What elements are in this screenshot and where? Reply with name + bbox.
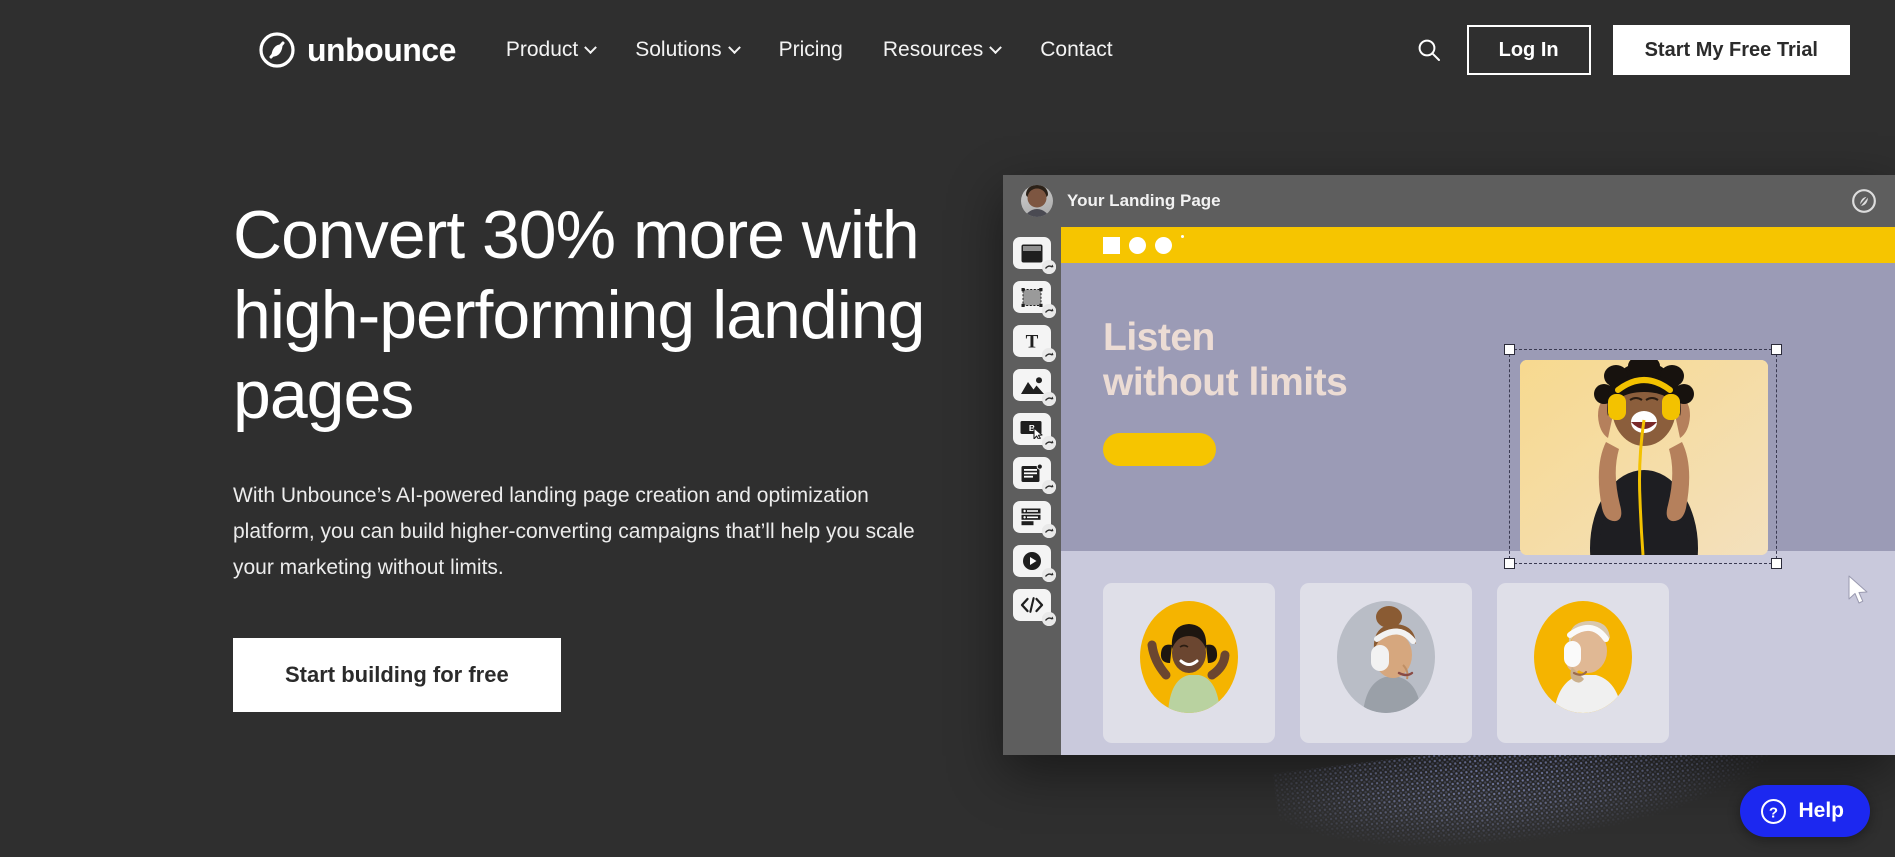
resize-handle-bottom-right[interactable] xyxy=(1771,558,1782,569)
form-icon xyxy=(1021,463,1043,482)
app-workspace: T B Listen without limits xyxy=(1003,227,1895,755)
nav-item-product[interactable]: Product xyxy=(505,38,598,62)
canvas-top-bar xyxy=(1061,227,1895,263)
avatar-body xyxy=(1024,209,1050,217)
text-tool-button[interactable]: T xyxy=(1013,325,1056,362)
card-avatar xyxy=(1534,601,1632,713)
logo-dot-placeholder xyxy=(1181,235,1184,238)
fields-tool-button[interactable] xyxy=(1013,501,1056,538)
canvas-hero-heading-line1: Listen xyxy=(1103,316,1215,359)
resize-handle-top-right[interactable] xyxy=(1771,344,1782,355)
woman-with-headphones-photo xyxy=(1520,360,1768,555)
box-select-icon xyxy=(1021,287,1043,307)
canvas-hero-section: Listen without limits xyxy=(1061,263,1895,569)
canvas-hero-image[interactable] xyxy=(1520,360,1768,555)
canvas-hero-cta-button[interactable] xyxy=(1103,433,1216,467)
hero-headline: Convert 30% more with high-performing la… xyxy=(233,197,925,434)
unbounce-logo-icon xyxy=(259,32,295,68)
nav-item-solutions[interactable]: Solutions xyxy=(635,38,741,62)
reorder-badge-icon xyxy=(1042,260,1056,274)
nav-item-pricing[interactable]: Pricing xyxy=(779,38,843,62)
man-profile-photo xyxy=(1534,601,1632,713)
hero-paragraph: With Unbounce’s AI-powered landing page … xyxy=(233,483,915,579)
reorder-badge-icon xyxy=(1042,436,1056,450)
brand-name: unbounce xyxy=(307,32,456,68)
resize-handle-top-left[interactable] xyxy=(1504,344,1515,355)
app-page-title: Your Landing Page xyxy=(1067,191,1221,210)
chevron-down-icon xyxy=(584,40,598,54)
avatar-face xyxy=(1027,188,1047,208)
search-button[interactable] xyxy=(1413,34,1445,66)
canvas-card[interactable] xyxy=(1497,583,1669,743)
help-widget-button[interactable]: ? Help xyxy=(1740,785,1870,837)
hero-section: Convert 30% more with high-performing la… xyxy=(233,195,953,713)
nav-item-contact[interactable]: Contact xyxy=(1040,38,1112,62)
question-circle-icon: ? xyxy=(1761,798,1787,824)
chevron-down-icon xyxy=(727,40,741,54)
svg-text:?: ? xyxy=(1769,804,1778,821)
logo-circle-placeholder-2 xyxy=(1155,236,1172,254)
nav-item-solutions-label: Solutions xyxy=(635,38,722,61)
canvas-card-row xyxy=(1061,551,1895,743)
nav-item-contact-label: Contact xyxy=(1040,38,1113,61)
canvas-card[interactable] xyxy=(1300,583,1472,743)
button-tool-button[interactable]: B xyxy=(1013,413,1056,450)
dancing-woman-photo xyxy=(1140,601,1238,713)
card-avatar xyxy=(1337,601,1435,713)
code-tool-button[interactable] xyxy=(1013,589,1056,626)
image-selection-box[interactable] xyxy=(1504,344,1782,569)
nav-links: Product Solutions Pricing Resources Cont… xyxy=(506,38,1113,62)
unbounce-logo-icon xyxy=(1852,189,1876,213)
reorder-badge-icon xyxy=(1042,304,1056,318)
box-tool-button[interactable] xyxy=(1013,281,1056,318)
woman-profile-photo xyxy=(1337,601,1435,713)
reorder-badge-icon xyxy=(1042,524,1056,538)
user-avatar xyxy=(1021,185,1053,217)
image-icon xyxy=(1020,377,1044,394)
image-tool-button[interactable] xyxy=(1013,369,1056,406)
reorder-badge-icon xyxy=(1042,392,1056,406)
video-play-icon xyxy=(1023,552,1041,570)
chevron-down-icon xyxy=(989,40,1003,54)
nav-item-resources[interactable]: Resources xyxy=(882,38,1003,62)
video-tool-button[interactable] xyxy=(1013,545,1056,582)
editor-canvas[interactable]: Listen without limits xyxy=(1061,227,1895,755)
card-avatar xyxy=(1140,601,1238,713)
form-fields-icon xyxy=(1021,508,1041,526)
app-titlebar: Your Landing Page xyxy=(1003,175,1895,227)
form-tool-button[interactable] xyxy=(1013,457,1056,494)
landing-page: unbounce Product Solutions Pricing Resou… xyxy=(0,0,1895,857)
top-navigation: unbounce Product Solutions Pricing Resou… xyxy=(0,0,1895,100)
section-tool-button[interactable] xyxy=(1013,237,1056,274)
nav-item-product-label: Product xyxy=(505,38,579,61)
reorder-badge-icon xyxy=(1042,568,1056,582)
nav-item-pricing-label: Pricing xyxy=(778,38,843,61)
help-widget-label: Help xyxy=(1798,799,1844,822)
log-in-button[interactable]: Log In xyxy=(1466,25,1591,75)
code-brackets-icon xyxy=(1020,597,1044,613)
text-t-icon: T xyxy=(1026,332,1039,352)
start-free-trial-button[interactable]: Start My Free Trial xyxy=(1612,25,1850,75)
app-mockup-window: Your Landing Page T B Listen without lim… xyxy=(1003,175,1895,755)
nav-actions: Log In Start My Free Trial xyxy=(1413,25,1850,75)
reorder-badge-icon xyxy=(1042,348,1056,362)
nav-item-resources-label: Resources xyxy=(882,38,984,61)
canvas-hero-heading-line2: without limits xyxy=(1103,361,1348,405)
canvas-card[interactable] xyxy=(1103,583,1275,743)
start-building-button[interactable]: Start building for free xyxy=(233,638,561,713)
reorder-badge-icon xyxy=(1042,612,1056,626)
editor-toolbar: T B xyxy=(1003,227,1061,755)
brand-logo[interactable]: unbounce xyxy=(259,32,456,68)
search-icon xyxy=(1418,39,1440,61)
page-section-icon xyxy=(1021,244,1043,262)
resize-handle-bottom-left[interactable] xyxy=(1504,558,1515,569)
logo-square-placeholder xyxy=(1103,236,1120,254)
reorder-badge-icon xyxy=(1042,480,1056,494)
logo-circle-placeholder-1 xyxy=(1129,236,1146,254)
svg-text:T: T xyxy=(1026,332,1039,352)
button-cursor-icon: B xyxy=(1020,421,1043,439)
